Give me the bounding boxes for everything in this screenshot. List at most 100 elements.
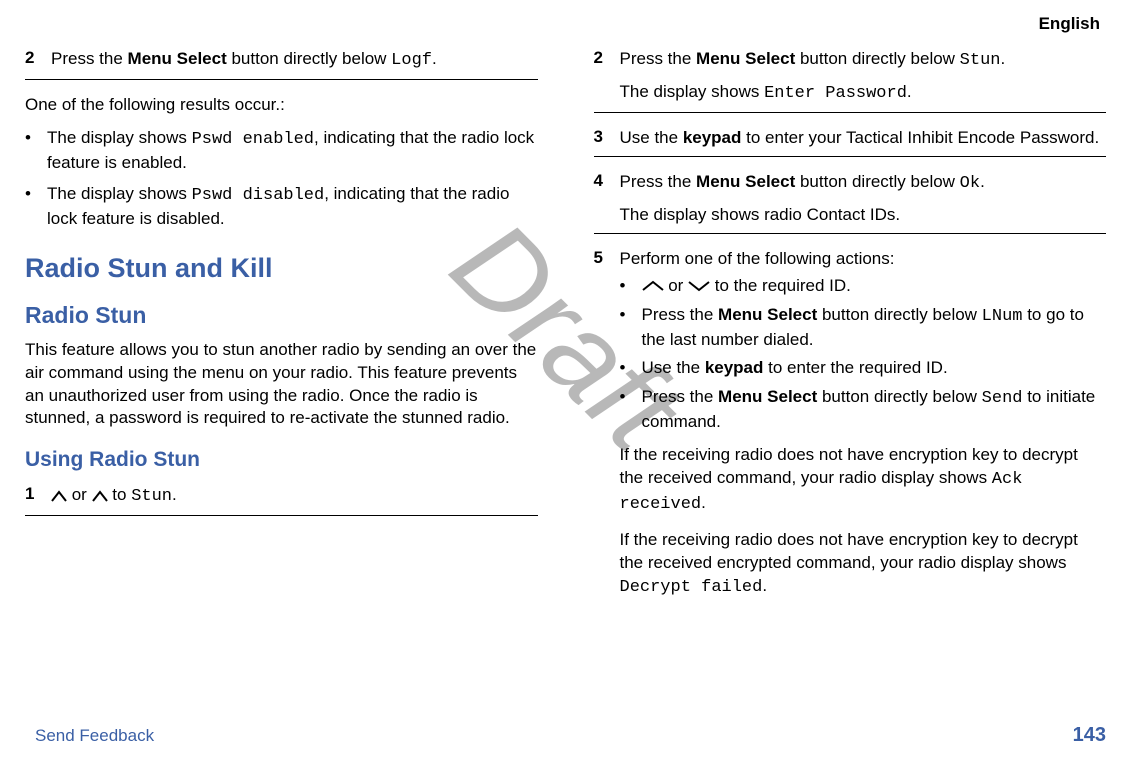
bullet-icon: •: [25, 183, 47, 206]
step-divider: [594, 156, 1107, 157]
mono-text: Pswd enabled: [192, 130, 314, 149]
list-text: Use the keypad to enter the required ID.: [642, 357, 948, 380]
list-text: The display shows Pswd disabled, indicat…: [47, 183, 538, 231]
text: The display shows: [620, 82, 765, 101]
heading-radio-stun: Radio Stun: [25, 302, 538, 329]
text: to enter your Tactical Inhibit Encode Pa…: [741, 128, 1099, 147]
text: Press the: [642, 387, 719, 406]
down-chevron-icon: [688, 280, 710, 292]
bullet-icon: •: [620, 357, 642, 380]
text: button directly below: [795, 49, 959, 68]
text: button directly below: [227, 49, 391, 68]
list-item: • Use the keypad to enter the required I…: [620, 357, 1107, 380]
right-step-5: 5 Perform one of the following actions: …: [594, 248, 1107, 600]
text: to the required ID.: [710, 276, 851, 295]
step5-result-2: If the receiving radio does not have enc…: [594, 529, 1107, 600]
bold-text: Menu Select: [696, 172, 795, 191]
text: .: [762, 576, 767, 595]
text: .: [701, 493, 706, 512]
mono-text: LNum: [982, 307, 1023, 326]
mono-text: Send: [982, 389, 1023, 408]
right-column: 2 Press the Menu Select button directly …: [594, 48, 1107, 614]
stun-description: This feature allows you to stun another …: [25, 339, 538, 431]
mono-text: Ok: [960, 174, 980, 193]
step-number: 3: [594, 127, 620, 147]
right-step-4: 4 Press the Menu Select button directly …: [594, 171, 1107, 234]
text: If the receiving radio does not have enc…: [620, 530, 1078, 572]
text: Press the: [642, 305, 719, 324]
bullet-icon: •: [620, 386, 642, 409]
bold-text: Menu Select: [718, 387, 817, 406]
bullet-icon: •: [620, 275, 642, 298]
step-text: Press the Menu Select button directly be…: [620, 171, 985, 196]
text: The display shows: [47, 128, 192, 147]
mono-text: Decrypt failed: [620, 578, 763, 597]
list-item: • or to the required ID.: [620, 275, 1107, 298]
left-arrow-icon: [51, 490, 67, 502]
results-intro: One of the following results occur.:: [25, 94, 538, 117]
list-text: The display shows Pswd enabled, indicati…: [47, 127, 538, 175]
text: button directly below: [817, 387, 981, 406]
text: .: [980, 172, 985, 191]
step-text: Press the Menu Select button directly be…: [620, 48, 1006, 73]
bold-text: Menu Select: [696, 49, 795, 68]
step-result: The display shows radio Contact IDs.: [594, 204, 1107, 227]
step-text: or to Stun.: [51, 484, 177, 509]
text: .: [1000, 49, 1005, 68]
bullet-icon: •: [25, 127, 47, 150]
step-divider: [25, 79, 538, 80]
list-item: • The display shows Pswd disabled, indic…: [25, 183, 538, 231]
list-item: • Press the Menu Select button directly …: [620, 386, 1107, 434]
step-number: 4: [594, 171, 620, 191]
text: to enter the required ID.: [763, 358, 947, 377]
step-text: Perform one of the following actions:: [620, 248, 895, 271]
bold-text: keypad: [683, 128, 742, 147]
text: .: [907, 82, 912, 101]
mono-text: Stun: [960, 51, 1001, 70]
mono-text: Enter Password: [764, 84, 907, 103]
mono-text: Logf: [391, 51, 432, 70]
step-number: 1: [25, 484, 51, 504]
page-footer: Send Feedback 143: [25, 724, 1106, 747]
step5-options: • or to the required ID. • Press the Men…: [594, 275, 1107, 435]
right-arrow-icon: [92, 490, 108, 502]
content-columns: 2 Press the Menu Select button directly …: [25, 40, 1106, 614]
step-result: The display shows Enter Password.: [594, 81, 1107, 106]
text: Use the: [620, 128, 683, 147]
send-feedback-link[interactable]: Send Feedback: [25, 726, 154, 746]
text: .: [172, 485, 177, 504]
step-text: Press the Menu Select button directly be…: [51, 48, 437, 73]
text: .: [432, 49, 437, 68]
text: Press the: [620, 49, 697, 68]
text: Press the: [620, 172, 697, 191]
text: Use the: [642, 358, 705, 377]
results-list: • The display shows Pswd enabled, indica…: [25, 127, 538, 231]
bullet-icon: •: [620, 304, 642, 327]
left-column: 2 Press the Menu Select button directly …: [25, 48, 538, 614]
right-step-3: 3 Use the keypad to enter your Tactical …: [594, 127, 1107, 157]
list-item: • Press the Menu Select button directly …: [620, 304, 1107, 352]
right-step-2: 2 Press the Menu Select button directly …: [594, 48, 1107, 113]
mono-text: Stun: [131, 487, 172, 506]
step-divider: [25, 515, 538, 516]
up-chevron-icon: [642, 280, 664, 292]
text: button directly below: [795, 172, 959, 191]
list-text: Press the Menu Select button directly be…: [642, 386, 1107, 434]
heading-using-radio-stun: Using Radio Stun: [25, 448, 538, 472]
left-step-2: 2 Press the Menu Select button directly …: [25, 48, 538, 80]
header-language: English: [25, 10, 1106, 40]
step5-result-1: If the receiving radio does not have enc…: [594, 444, 1107, 517]
step-divider: [594, 233, 1107, 234]
step-divider: [594, 112, 1107, 113]
text: button directly below: [817, 305, 981, 324]
heading-radio-stun-kill: Radio Stun and Kill: [25, 253, 538, 284]
page-number: 143: [1073, 724, 1106, 747]
step-number: 2: [25, 48, 51, 68]
bold-text: Menu Select: [128, 49, 227, 68]
mono-text: Pswd disabled: [192, 186, 325, 205]
text: The display shows: [47, 184, 192, 203]
step-number: 2: [594, 48, 620, 68]
step-number: 5: [594, 248, 620, 268]
page: English Draft 2 Press the Menu Select bu…: [0, 0, 1131, 761]
step-text: Use the keypad to enter your Tactical In…: [620, 127, 1100, 150]
